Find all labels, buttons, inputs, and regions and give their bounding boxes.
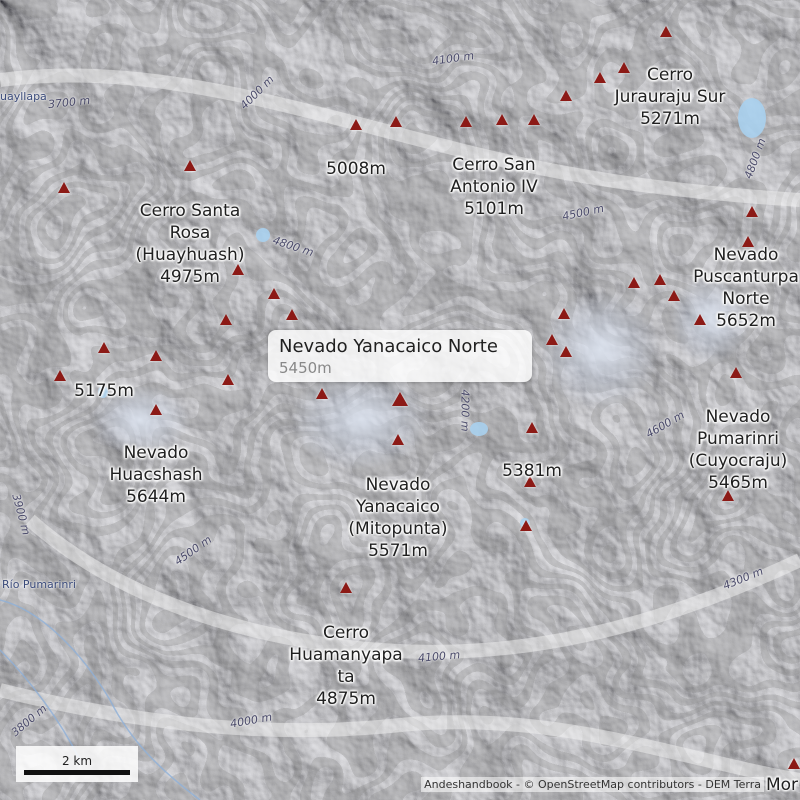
peak-marker[interactable] bbox=[788, 758, 800, 769]
peak-marker[interactable] bbox=[560, 346, 572, 357]
peak-marker[interactable] bbox=[628, 277, 640, 288]
place-label-mor: Mor bbox=[765, 775, 799, 795]
scale-bar-line bbox=[24, 770, 130, 775]
lake bbox=[256, 228, 270, 242]
peak-marker[interactable] bbox=[392, 434, 404, 445]
peak-marker[interactable] bbox=[58, 182, 70, 193]
peak-marker[interactable] bbox=[654, 274, 666, 285]
peak-marker[interactable] bbox=[520, 520, 532, 531]
peak-marker[interactable] bbox=[660, 26, 672, 37]
place-label-rio-pumarinri: Río Pumarinri bbox=[2, 578, 76, 591]
peak-marker[interactable] bbox=[350, 119, 362, 130]
scale-bar-label: 2 km bbox=[61, 754, 93, 768]
peak-marker[interactable] bbox=[526, 422, 538, 433]
lake bbox=[470, 422, 488, 436]
peak-marker[interactable] bbox=[150, 350, 162, 361]
peak-marker[interactable] bbox=[150, 404, 162, 415]
peak-marker[interactable] bbox=[98, 342, 110, 353]
map-attribution[interactable]: Andeshandbook - © OpenStreetMap contribu… bbox=[421, 777, 764, 792]
peak-label: Nevado Pumarinri (Cuyocraju) 5465m bbox=[688, 407, 788, 493]
place-label-uayllapa: uayllapa bbox=[0, 90, 47, 103]
peak-label: 5175m bbox=[74, 381, 134, 401]
peak-marker[interactable] bbox=[286, 309, 298, 320]
peak-label: 5381m bbox=[502, 461, 562, 481]
peak-marker[interactable] bbox=[184, 160, 196, 171]
peak-marker[interactable] bbox=[316, 388, 328, 399]
peak-marker[interactable] bbox=[222, 374, 234, 385]
peak-marker[interactable] bbox=[546, 334, 558, 345]
peak-label: Cerro Santa Rosa (Huayhuash) 4975m bbox=[135, 201, 245, 287]
peak-marker[interactable] bbox=[390, 116, 402, 127]
peak-marker[interactable] bbox=[268, 288, 280, 299]
popup-peak-name: Nevado Yanacaico Norte bbox=[279, 336, 498, 357]
peak-marker[interactable] bbox=[668, 290, 680, 301]
peak-label: Nevado Yanacaico (Mitopunta) 5571m bbox=[348, 475, 448, 561]
peak-marker[interactable] bbox=[730, 367, 742, 378]
peak-marker-selected[interactable] bbox=[392, 392, 408, 406]
peak-marker[interactable] bbox=[460, 116, 472, 127]
peak-label: Nevado Huacshash 5644m bbox=[109, 443, 203, 507]
peak-marker[interactable] bbox=[594, 72, 606, 83]
peak-marker[interactable] bbox=[54, 370, 66, 381]
peak-marker[interactable] bbox=[746, 206, 758, 217]
peak-label: Nevado Puscanturpa Norte 5652m bbox=[693, 245, 799, 331]
peak-marker[interactable] bbox=[220, 314, 232, 325]
peak-popup[interactable]: Nevado Yanacaico Norte 5450m bbox=[268, 330, 532, 382]
peak-marker[interactable] bbox=[560, 90, 572, 101]
peak-label: Cerro Jurauraju Sur 5271m bbox=[614, 65, 726, 129]
scale-bar: 2 km bbox=[16, 746, 138, 782]
popup-peak-elevation: 5450m bbox=[279, 359, 332, 377]
contour-label: 4200 m bbox=[458, 389, 472, 432]
peak-label: Cerro Huamanyapa ta 4875m bbox=[289, 623, 403, 709]
peak-marker[interactable] bbox=[558, 308, 570, 319]
peak-marker[interactable] bbox=[496, 114, 508, 125]
peak-label: 5008m bbox=[326, 159, 386, 179]
peak-marker[interactable] bbox=[528, 114, 540, 125]
lake bbox=[738, 98, 766, 138]
peak-label: Cerro San Antonio IV 5101m bbox=[450, 155, 538, 219]
map-canvas[interactable]: 4100 m 4000 m 3700 m 4800 m 4500 m 4800 … bbox=[0, 0, 800, 800]
